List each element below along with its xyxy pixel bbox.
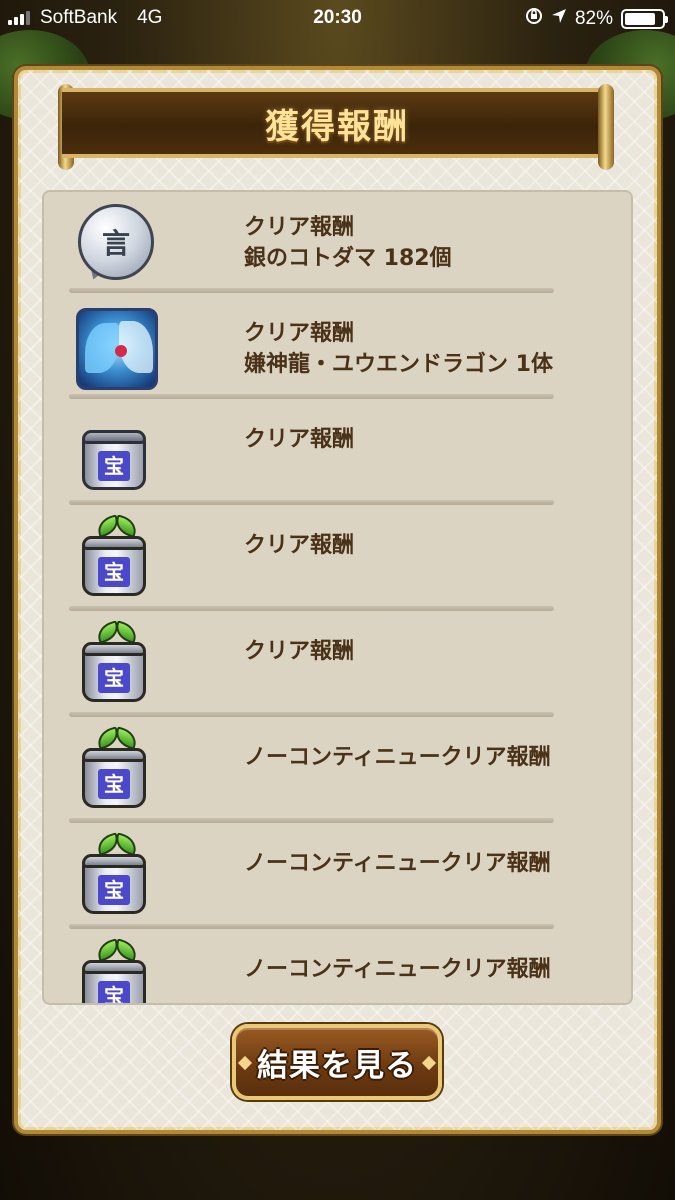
dragon-monster-icon <box>74 308 158 390</box>
row-divider <box>69 500 554 505</box>
treasure-box-green-icon: 宝 <box>74 620 156 708</box>
silver-kotodama-icon: 言 <box>74 202 156 284</box>
reward-label: クリア報酬 <box>244 215 355 240</box>
reward-label: クリア報酬 <box>244 321 355 346</box>
reward-label: ノーコンティニュークリア報酬 <box>244 957 551 982</box>
treasure-box-green-icon: 宝 <box>74 514 156 602</box>
row-divider <box>69 288 554 293</box>
scroll-rod-right <box>598 84 614 170</box>
reward-label: クリア報酬 <box>244 533 355 558</box>
battery-icon <box>621 9 668 29</box>
button-ornament-left <box>237 1055 253 1071</box>
title-banner: 獲得報酬 <box>62 88 612 158</box>
reward-row: 宝 ノーコンティニュークリア報酬 <box>44 722 631 828</box>
dialog-title: 獲得報酬 <box>265 106 409 147</box>
reward-label: クリア報酬 <box>244 639 355 664</box>
reward-row: クリア報酬嫌神龍・ユウエンドラゴン 1体 <box>44 298 631 404</box>
reward-row: 宝 クリア報酬 <box>44 510 631 616</box>
treasure-box-green-icon: 宝 <box>74 726 156 814</box>
reward-list[interactable]: 言クリア報酬 銀のコトダマ 182個 クリア報酬 嫌神龍・ユウエンドラゴン 1体宝クリ… <box>42 190 633 1005</box>
battery-percent: 82% <box>574 8 613 29</box>
treasure-box-silver-icon: 宝 <box>74 414 156 496</box>
row-divider <box>69 818 554 823</box>
reward-label: クリア報酬 <box>244 427 355 452</box>
reward-detail: 銀のコトダマ 182個 <box>244 246 452 271</box>
orientation-lock-icon <box>525 7 543 31</box>
row-divider <box>69 606 554 611</box>
treasure-box-green-icon: 宝 <box>74 832 156 920</box>
button-ornament-right <box>421 1055 437 1071</box>
row-divider <box>69 712 554 717</box>
location-arrow-icon <box>551 8 567 30</box>
reward-label: ノーコンティニュークリア報酬 <box>244 745 551 770</box>
view-results-button[interactable]: 結果を見る <box>232 1024 442 1100</box>
row-divider <box>69 394 554 399</box>
reward-row: 宝 ノーコンティニュークリア報酬 <box>44 828 631 934</box>
view-results-label: 結果を見る <box>257 1047 417 1084</box>
reward-row: 言 クリア報酬銀のコトダマ 182個 <box>44 192 631 298</box>
row-divider <box>69 924 554 929</box>
treasure-box-green-icon: 宝 <box>74 938 156 1003</box>
reward-detail: 嫌神龍・ユウエンドラゴン 1体 <box>244 352 553 377</box>
reward-row: 宝 クリア報酬 <box>44 404 631 510</box>
status-bar: SoftBank 4G 20:30 82% <box>0 0 675 38</box>
reward-label: ノーコンティニュークリア報酬 <box>244 851 551 876</box>
reward-row: 宝 ノーコンティニュークリア報酬 <box>44 934 631 1003</box>
reward-row: 宝 クリア報酬 <box>44 616 631 722</box>
